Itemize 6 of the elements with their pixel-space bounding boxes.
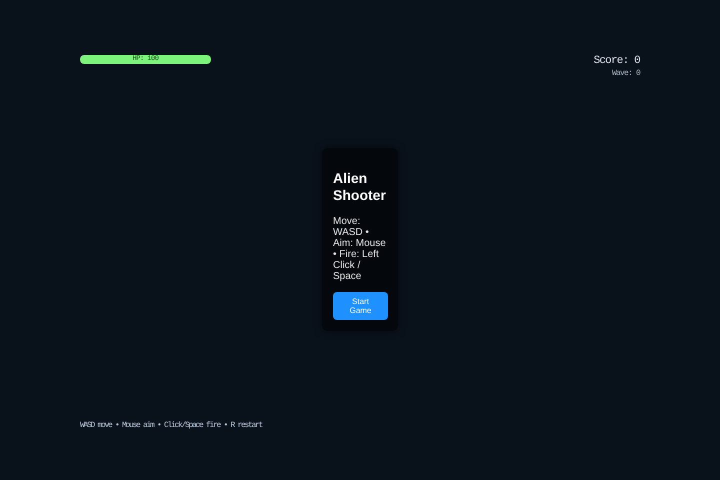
instructions-text: Move: WASD • Aim: Mouse • Fire: Left Click / Space [333, 216, 387, 282]
start-game-button[interactable]: Start Game [333, 292, 388, 320]
controls-hint: WASD move • Mouse aim • Click/Space fire • R restart [80, 421, 262, 430]
game-title: Alien Shooter [333, 170, 387, 204]
score-label: Score: 0 [594, 55, 640, 67]
wave-label: Wave: 0 [612, 69, 640, 78]
